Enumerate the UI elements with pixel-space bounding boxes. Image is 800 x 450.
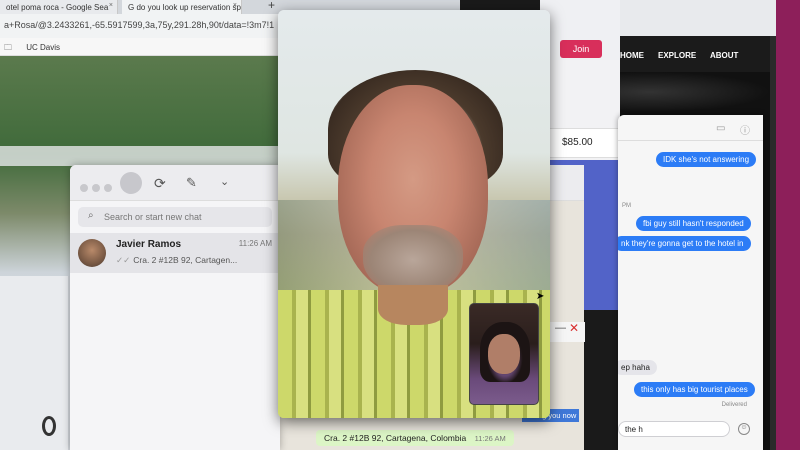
double-check-icon: ✓✓ xyxy=(116,255,131,265)
chat-app-window: ⟳ ✎ ⌄ ⌕ Search or start new chat Javier … xyxy=(70,165,280,450)
message-text: Cra. 2 #12B 92, Cartagena, Colombia xyxy=(324,433,467,443)
balcony xyxy=(0,146,300,166)
bookmark-folder-icon[interactable]: 🗀 xyxy=(4,43,12,52)
contact-name: Javier Ramos xyxy=(116,239,182,250)
message-bubble: fbi guy still hasn't responded xyxy=(636,216,751,231)
minimize-dot[interactable] xyxy=(92,184,100,192)
bookmarks-bar: 🗀 UC Davis xyxy=(0,38,300,56)
message-input[interactable]: the h xyxy=(618,421,730,437)
facetime-video-window[interactable] xyxy=(278,10,550,418)
self-view-pip[interactable] xyxy=(469,303,539,405)
browser-tab-reservation[interactable]: G do you look up reservation sp × xyxy=(122,0,242,14)
join-button[interactable]: Join xyxy=(560,40,602,58)
nav-about[interactable]: ABOUT xyxy=(710,51,738,60)
message-time: 11:26 AM xyxy=(474,434,506,443)
nav-home[interactable]: HOME xyxy=(620,51,644,60)
conversation-preview: ✓✓ Cra. 2 #12B 92, Cartagen... xyxy=(116,255,238,265)
caller-neck xyxy=(378,285,448,325)
browser-tab-search[interactable]: otel poma roca - Google Sea × xyxy=(0,0,118,14)
zoom-dot[interactable] xyxy=(104,184,112,192)
close-icon[interactable]: ✕ xyxy=(569,321,579,335)
door xyxy=(0,276,70,450)
profile-avatar[interactable] xyxy=(120,172,142,194)
status-icon[interactable]: ⟳ xyxy=(154,175,166,192)
message-bubble: this only has big tourist places xyxy=(634,382,755,397)
avatar xyxy=(78,239,106,267)
chevron-down-icon[interactable]: ⌄ xyxy=(220,175,229,188)
decorative-flourish xyxy=(620,72,770,112)
message-bubble: IDK she's not answering xyxy=(656,152,757,167)
search-placeholder: Search or start new chat xyxy=(104,212,202,222)
delivered-status: Delivered xyxy=(721,402,747,408)
self-face xyxy=(488,334,520,374)
location-message: Cra. 2 #12B 92, Cartagena, Colombia 11:2… xyxy=(316,430,514,446)
door-knocker xyxy=(42,416,56,436)
search-input[interactable]: ⌕ Search or start new chat xyxy=(78,207,272,227)
tab-label: otel poma roca - Google Sea xyxy=(6,3,109,12)
address-bar[interactable]: a+Rosa/@3.2433261,-65.5917599,3a,75y,291… xyxy=(0,14,300,38)
dark-site-toolbar xyxy=(620,0,800,36)
search-icon: ⌕ xyxy=(88,210,94,221)
message-bubble: ep haha xyxy=(618,360,657,375)
messages-window: ▭ ⓘ IDK she's not answering PM fbi guy s… xyxy=(618,115,763,450)
close-dot[interactable] xyxy=(80,184,88,192)
tab-close-icon[interactable]: × xyxy=(109,2,113,9)
mouse-cursor-icon: ➤ xyxy=(536,291,545,302)
chat-toolbar: ⟳ ✎ ⌄ xyxy=(70,165,280,201)
tab-close-icon[interactable]: × xyxy=(233,2,237,9)
conversation-item[interactable]: Javier Ramos 11:26 AM ✓✓ Cra. 2 #12B 92, … xyxy=(70,233,280,273)
bookmark-uc-davis[interactable]: UC Davis xyxy=(26,43,60,52)
conversation-time: 11:26 AM xyxy=(238,239,272,248)
price-value: $85.00 xyxy=(562,137,593,148)
message-timestamp: PM xyxy=(622,203,631,209)
popup-window: — ✕ xyxy=(545,321,585,342)
video-call-icon[interactable]: ▭ xyxy=(716,123,725,134)
new-tab-button[interactable]: + xyxy=(268,0,275,12)
nav-explore[interactable]: EXPLORE xyxy=(658,51,696,60)
message-bubble: nk they're gonna get to the hotel in xyxy=(618,236,751,251)
window-controls xyxy=(80,179,116,197)
emoji-icon[interactable]: ☺ xyxy=(738,423,750,435)
magenta-window-edge xyxy=(776,0,800,450)
minimize-icon[interactable]: — xyxy=(555,322,566,334)
info-icon[interactable]: ⓘ xyxy=(740,122,750,137)
tab-label: G do you look up reservation sp xyxy=(128,3,241,12)
messages-header: ▭ ⓘ xyxy=(618,115,763,141)
new-chat-icon[interactable]: ✎ xyxy=(186,175,197,191)
